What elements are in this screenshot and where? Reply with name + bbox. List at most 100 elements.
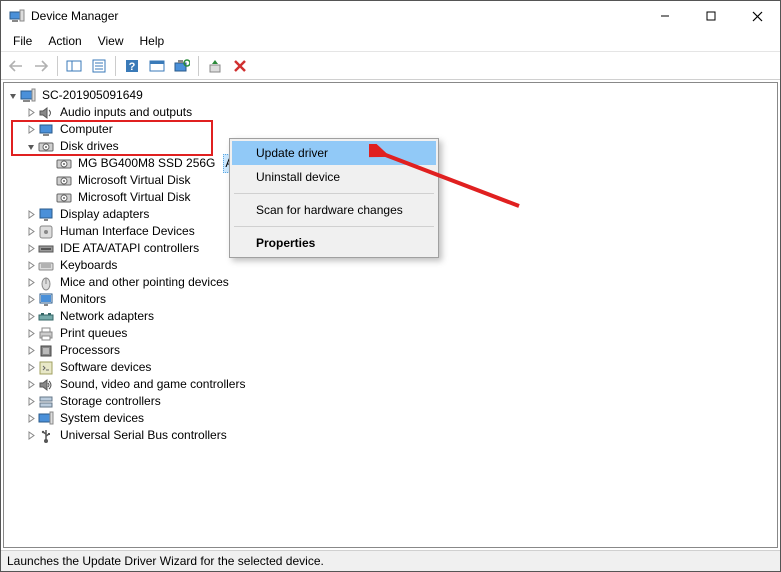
forward-button[interactable] — [30, 55, 52, 77]
menu-view[interactable]: View — [90, 33, 132, 49]
tree-category-label: Display adapters — [58, 206, 151, 223]
context-menu-item[interactable]: Update driver — [232, 141, 436, 165]
tree-category-label: Human Interface Devices — [58, 223, 197, 240]
expander-icon[interactable] — [42, 191, 56, 205]
help-button[interactable]: ? — [121, 55, 143, 77]
action-button[interactable] — [146, 55, 168, 77]
system-icon — [38, 411, 54, 427]
tree-category[interactable]: Sound, video and game controllers — [6, 376, 775, 393]
tree-category-label: Network adapters — [58, 308, 156, 325]
tree-category[interactable]: Computer — [6, 121, 775, 138]
uninstall-button[interactable] — [229, 55, 251, 77]
context-menu-separator — [234, 193, 434, 194]
window-controls — [642, 1, 780, 31]
expander-icon[interactable] — [24, 344, 38, 358]
properties-button[interactable] — [88, 55, 110, 77]
software-icon — [38, 360, 54, 376]
tree-category[interactable]: Software devices — [6, 359, 775, 376]
menu-help[interactable]: Help — [132, 33, 173, 49]
back-button[interactable] — [5, 55, 27, 77]
sound-icon — [38, 377, 54, 393]
tree-category-label: Monitors — [58, 291, 108, 308]
toolbar-sep — [115, 56, 116, 76]
tree-category[interactable]: Network adapters — [6, 308, 775, 325]
expander-icon[interactable] — [42, 157, 56, 171]
tree-device-label: MG BG400M8 SSD 256G — [76, 155, 217, 172]
toolbar-sep — [57, 56, 58, 76]
expander-icon[interactable] — [24, 293, 38, 307]
expander-icon[interactable] — [6, 89, 20, 103]
expander-icon[interactable] — [24, 276, 38, 290]
expander-icon[interactable] — [42, 174, 56, 188]
expander-icon[interactable] — [24, 361, 38, 375]
expander-icon[interactable] — [24, 395, 38, 409]
context-menu-item[interactable]: Properties — [232, 231, 436, 255]
minimize-button[interactable] — [642, 1, 688, 31]
tree-category[interactable]: Storage controllers — [6, 393, 775, 410]
device-manager-window: Device Manager File Action View Help ? S… — [0, 0, 781, 572]
computer-icon — [38, 122, 54, 138]
context-menu-item[interactable]: Scan for hardware changes — [232, 198, 436, 222]
status-text: Launches the Update Driver Wizard for th… — [7, 554, 324, 568]
tree-category-label: Computer — [58, 121, 115, 138]
tree-category-label: Universal Serial Bus controllers — [58, 427, 229, 444]
app-icon — [9, 8, 25, 24]
expander-icon[interactable] — [24, 106, 38, 120]
context-menu-item[interactable]: Uninstall device — [232, 165, 436, 189]
expander-icon[interactable] — [24, 208, 38, 222]
show-hide-console-tree-button[interactable] — [63, 55, 85, 77]
expander-icon[interactable] — [24, 429, 38, 443]
tree-category[interactable]: Print queues — [6, 325, 775, 342]
close-button[interactable] — [734, 1, 780, 31]
scan-hardware-button[interactable] — [171, 55, 193, 77]
computer-root-icon — [20, 88, 36, 104]
context-menu-separator — [234, 226, 434, 227]
tree-device-label: Microsoft Virtual Disk — [76, 172, 192, 189]
expander-icon[interactable] — [24, 378, 38, 392]
expander-icon[interactable] — [24, 123, 38, 137]
tree-category-label: Storage controllers — [58, 393, 163, 410]
menu-file[interactable]: File — [5, 33, 40, 49]
menubar: File Action View Help — [1, 31, 780, 51]
toolbar: ? — [1, 52, 780, 80]
expander-icon[interactable] — [24, 259, 38, 273]
tree-category-label: Print queues — [58, 325, 129, 342]
statusbar: Launches the Update Driver Wizard for th… — [1, 550, 780, 571]
monitor-icon — [38, 292, 54, 308]
ide-icon — [38, 241, 54, 257]
disk-icon — [56, 190, 72, 206]
keyboard-icon — [38, 258, 54, 274]
disk-icon — [56, 173, 72, 189]
tree-category[interactable]: Monitors — [6, 291, 775, 308]
svg-text:?: ? — [129, 61, 136, 73]
tree-category[interactable]: Universal Serial Bus controllers — [6, 427, 775, 444]
tree-root-label: SC-201905091649 — [40, 87, 145, 104]
storage-icon — [38, 394, 54, 410]
expander-icon[interactable] — [24, 327, 38, 341]
tree-category[interactable]: Audio inputs and outputs — [6, 104, 775, 121]
mouse-icon — [38, 275, 54, 291]
tree-category[interactable]: Mice and other pointing devices — [6, 274, 775, 291]
expander-icon[interactable] — [24, 140, 38, 154]
maximize-button[interactable] — [688, 1, 734, 31]
menu-action[interactable]: Action — [40, 33, 89, 49]
window-title: Device Manager — [31, 9, 118, 23]
tree-category-label: Software devices — [58, 359, 153, 376]
speaker-icon — [38, 105, 54, 121]
toolbar-sep — [198, 56, 199, 76]
expander-icon[interactable] — [24, 412, 38, 426]
titlebar: Device Manager — [1, 1, 780, 31]
tree-root[interactable]: SC-201905091649 — [6, 87, 775, 104]
update-driver-button[interactable] — [204, 55, 226, 77]
expander-icon[interactable] — [24, 242, 38, 256]
tree-category[interactable]: Processors — [6, 342, 775, 359]
tree-category[interactable]: System devices — [6, 410, 775, 427]
expander-icon[interactable] — [24, 225, 38, 239]
display-icon — [38, 207, 54, 223]
disk-icon — [56, 156, 72, 172]
disk-icon — [38, 139, 54, 155]
expander-icon[interactable] — [24, 310, 38, 324]
tree-category-label: IDE ATA/ATAPI controllers — [58, 240, 201, 257]
tree-category-label: Disk drives — [58, 138, 121, 155]
tree-category[interactable]: Keyboards — [6, 257, 775, 274]
